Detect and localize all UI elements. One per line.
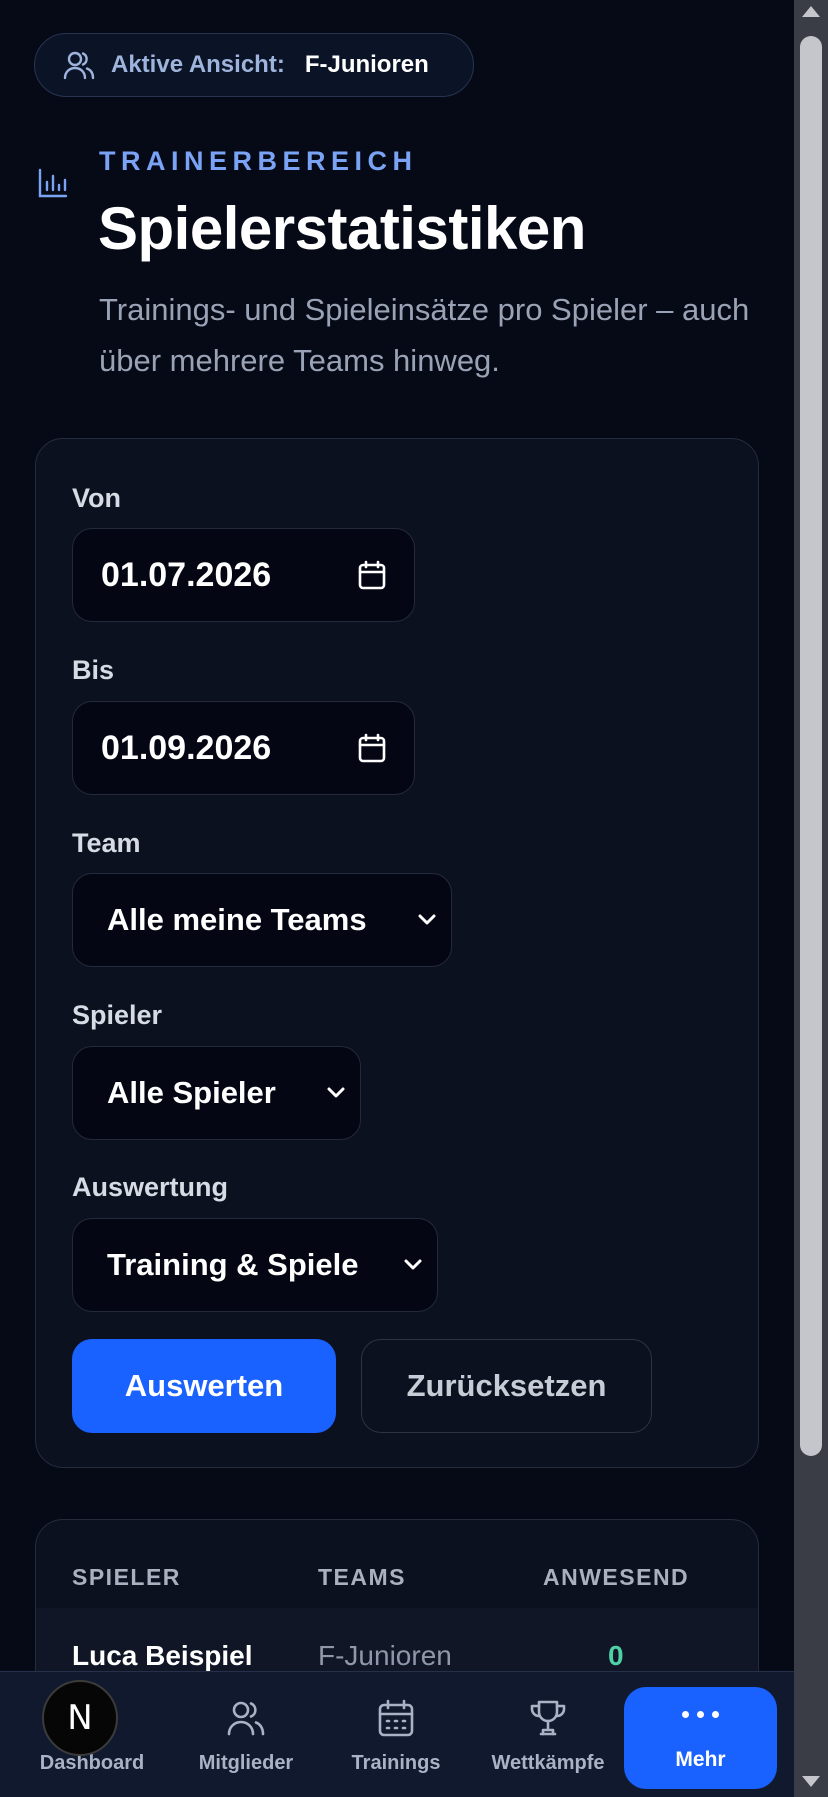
to-label: Bis	[72, 655, 115, 685]
scroll-down-arrow-icon[interactable]	[802, 1776, 820, 1787]
column-header-present: ANWESEND	[543, 1564, 690, 1590]
to-date-input[interactable]: 01.09.2026	[72, 701, 415, 795]
trophy-icon	[530, 1700, 566, 1736]
bar-chart-icon	[38, 168, 68, 198]
player-select-value: Alle Spieler	[107, 1075, 276, 1110]
reset-button[interactable]: Zurücksetzen	[361, 1339, 652, 1433]
nav-item-more[interactable]: Mehr	[624, 1687, 777, 1789]
nav-label-competitions: Wettkämpfe	[491, 1752, 605, 1774]
calendar-icon[interactable]	[358, 560, 386, 590]
nav-label-trainings: Trainings	[351, 1752, 441, 1774]
calendar-icon	[378, 1699, 414, 1737]
more-dots-icon	[682, 1711, 719, 1718]
team-select-value: Alle meine Teams	[107, 902, 367, 937]
team-label: Team	[72, 828, 141, 858]
avatar[interactable]: N	[42, 1680, 118, 1756]
page-subtitle: Trainings- und Spieleinsätze pro Spieler…	[99, 292, 750, 378]
nav-label-dashboard: Dashboard	[39, 1752, 145, 1774]
from-date-input[interactable]: 01.07.2026	[72, 528, 415, 622]
evaluation-select-value: Training & Spiele	[107, 1247, 359, 1282]
active-view-pill[interactable]: Aktive Ansicht: F-Junioren	[34, 33, 474, 97]
column-header-teams: TEAMS	[318, 1564, 406, 1590]
page-title: Spielerstatistiken	[98, 195, 586, 262]
row-teams: F-Junioren	[318, 1640, 452, 1671]
team-select[interactable]: Alle meine Teams	[72, 873, 452, 967]
chevron-down-icon	[418, 914, 436, 925]
row-present-count: 0	[608, 1640, 624, 1671]
scroll-up-arrow-icon[interactable]	[802, 6, 820, 17]
evaluate-button[interactable]: Auswerten	[72, 1339, 336, 1433]
to-date-value: 01.09.2026	[101, 728, 272, 767]
calendar-icon[interactable]	[358, 733, 386, 763]
scrollbar-thumb[interactable]	[800, 36, 822, 1456]
chevron-down-icon	[404, 1259, 422, 1270]
nav-label-members: Mitglieder	[198, 1752, 294, 1774]
nav-label-more: Mehr	[675, 1748, 726, 1771]
nav-item-competitions[interactable]: Wettkämpfe	[482, 1672, 614, 1797]
from-label: Von	[72, 483, 121, 513]
evaluation-label: Auswertung	[72, 1172, 229, 1202]
scrollbar[interactable]	[794, 0, 828, 1797]
bottom-nav: Dashboard Mitglieder Trainings Wettkämpf…	[0, 1671, 794, 1797]
section-eyebrow: TRAINERBEREICH	[99, 146, 418, 176]
nav-item-trainings[interactable]: Trainings	[340, 1672, 452, 1797]
users-icon	[227, 1701, 265, 1736]
player-select[interactable]: Alle Spieler	[72, 1046, 361, 1140]
nav-item-members[interactable]: Mitglieder	[190, 1672, 302, 1797]
evaluation-select[interactable]: Training & Spiele	[72, 1218, 438, 1312]
filter-card: Von 01.07.2026 Bis 01.09.2026 Team Alle …	[35, 438, 759, 1468]
chevron-down-icon	[327, 1087, 345, 1098]
player-label: Spieler	[72, 1000, 163, 1030]
active-view-value: F-Junioren	[304, 51, 429, 78]
active-view-label: Aktive Ansicht:	[111, 51, 285, 78]
from-date-value: 01.07.2026	[101, 555, 272, 594]
column-header-player: SPIELER	[72, 1564, 181, 1590]
page: Aktive Ansicht: F-Junioren TRAINERBEREIC…	[0, 0, 828, 1797]
row-player-name: Luca Beispiel	[72, 1640, 253, 1671]
users-icon	[63, 51, 95, 80]
